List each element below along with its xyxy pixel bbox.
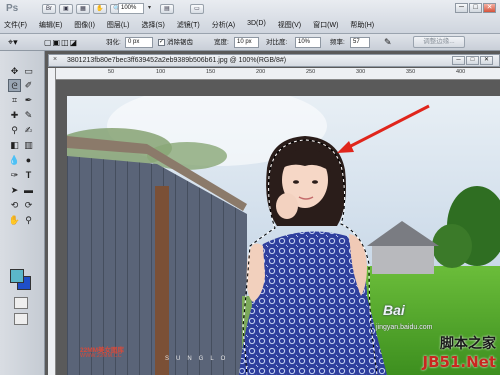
selection-mode-icons[interactable]: ▢▣◫◪: [44, 37, 78, 48]
view-extras-icon[interactable]: ▦: [76, 4, 90, 14]
application-bar: Ps Br ▣ ▦ ✋ 🔍 100% ▤ ▭ ─ □ ✕ 文件(F) 编辑(E)…: [0, 0, 500, 34]
menu-view[interactable]: 视图(V): [278, 20, 301, 30]
quick-select-icon[interactable]: ✐: [22, 79, 35, 92]
ruler-label: 150: [206, 69, 216, 75]
zoom-icon[interactable]: ⚲: [22, 214, 35, 227]
bridge-icon[interactable]: Br: [42, 4, 56, 14]
minibridge-icon[interactable]: ▣: [59, 4, 73, 14]
doc-maximize-button[interactable]: □: [466, 56, 479, 65]
brush-icon[interactable]: ✎: [22, 109, 35, 122]
antialias-checkbox[interactable]: ✓: [158, 39, 165, 46]
watermark-baidu: Bai: [383, 302, 405, 318]
tool-preset-icon[interactable]: ⌖▾: [8, 37, 18, 48]
doc-close-button[interactable]: ✕: [480, 56, 493, 65]
refine-edge-button[interactable]: 调整边缘...: [413, 36, 465, 48]
document-window-controls: ─ □ ✕: [452, 56, 493, 65]
watermark-photo-brand: SUNGLO: [165, 356, 233, 362]
move-icon[interactable]: ✥: [8, 65, 21, 78]
type-icon[interactable]: T: [22, 169, 35, 182]
marquee-icon[interactable]: ▭: [22, 65, 35, 78]
maximize-button[interactable]: □: [469, 3, 482, 13]
main-menu: 文件(F) 编辑(E) 图像(I) 图层(L) 选择(S) 滤镜(T) 分析(A…: [4, 20, 374, 30]
doc-minimize-button[interactable]: ─: [452, 56, 465, 65]
antialias-label: 消除锯齿: [167, 39, 193, 46]
watermark-jingyan-url: jingyan.baidu.com: [376, 324, 433, 331]
frequency-label: 频率:: [330, 39, 345, 46]
eraser-icon[interactable]: ◧: [8, 139, 21, 152]
ruler-label: 300: [356, 69, 366, 75]
width-input[interactable]: 10 px: [234, 37, 259, 48]
foreground-color-swatch[interactable]: [10, 269, 24, 283]
watermark-22mm-url: WWW.22MM.CC: [80, 353, 122, 359]
document-title: 3801213fb80e7bec3ff639452a2eb9389b506b61…: [67, 57, 287, 64]
gradient-icon[interactable]: ▥: [22, 139, 35, 152]
zoom-level-select[interactable]: 100%: [118, 3, 151, 14]
quick-mask-icon[interactable]: [14, 297, 28, 309]
close-button[interactable]: ✕: [483, 3, 496, 13]
application-bar-buttons: Br ▣ ▦ ✋ 🔍: [42, 4, 124, 14]
watermark-site-name: 脚本之家: [440, 336, 496, 352]
ruler-label: 400: [456, 69, 466, 75]
contrast-input[interactable]: 10%: [295, 37, 321, 48]
dodge-icon[interactable]: ●: [22, 154, 35, 167]
window-controls: ─ □ ✕: [455, 3, 496, 13]
menu-filter[interactable]: 滤镜(T): [177, 20, 200, 30]
menu-window[interactable]: 窗口(W): [313, 20, 338, 30]
hand-tool-icon[interactable]: ✋: [93, 4, 107, 14]
menu-select[interactable]: 选择(S): [141, 20, 164, 30]
screen-mode-icon[interactable]: ▭: [190, 4, 204, 14]
tablet-pressure-icon[interactable]: ✎: [384, 37, 392, 48]
contrast-label: 对比度:: [266, 39, 288, 46]
lasso-icon[interactable]: ᘓ: [8, 79, 21, 92]
minimize-button[interactable]: ─: [455, 3, 468, 13]
menu-analysis[interactable]: 分析(A): [212, 20, 235, 30]
tool-options-bar: ⌖▾ ▢▣◫◪ 羽化: 0 px ✓ 消除锯齿 宽度: 10 px 对比度: 1…: [0, 34, 500, 51]
ruler-label: 250: [306, 69, 316, 75]
menu-layer[interactable]: 图层(L): [107, 20, 130, 30]
frequency-input[interactable]: 57: [350, 37, 370, 48]
shape-icon[interactable]: ▬: [22, 184, 35, 197]
arrange-documents-icon[interactable]: ▤: [160, 4, 174, 14]
ruler-label: 50: [108, 69, 115, 75]
blur-icon[interactable]: 💧: [8, 154, 21, 167]
right-eye: [312, 180, 318, 184]
stamp-icon[interactable]: ⚲: [8, 124, 21, 137]
left-eye: [293, 180, 299, 184]
pen-icon[interactable]: ✑: [8, 169, 21, 182]
menu-file[interactable]: 文件(F): [4, 20, 27, 30]
house-wall: [372, 246, 434, 274]
watermark-site-url: JB51.Net: [422, 353, 496, 371]
close-icon[interactable]: ×: [53, 56, 57, 63]
door-post: [155, 186, 169, 375]
healing-icon[interactable]: ✚: [8, 109, 21, 122]
watermark-jb51: 脚本之家 JB51.Net: [423, 333, 496, 371]
hand-icon[interactable]: ✋: [8, 214, 21, 227]
3d-camera-icon[interactable]: ⟳: [22, 199, 35, 212]
hand: [276, 193, 298, 219]
history-brush-icon[interactable]: ✍: [22, 124, 35, 137]
crop-icon[interactable]: ⌗: [8, 94, 21, 107]
width-label: 宽度:: [214, 39, 229, 46]
menu-help[interactable]: 帮助(H): [350, 20, 374, 30]
3d-rotate-icon[interactable]: ⟲: [8, 199, 21, 212]
screen-mode-toggle-icon[interactable]: [14, 313, 28, 325]
horizontal-ruler[interactable]: 50 100 150 200 250 300 350 400: [56, 68, 500, 80]
path-select-icon[interactable]: ➤: [8, 184, 21, 197]
menu-edit[interactable]: 编辑(E): [39, 20, 62, 30]
toolbox: ✥ ▭ ᘓ ✐ ⌗ ✒ ✚ ✎ ⚲ ✍ ◧ ▥ 💧 ● ✑ T ➤ ▬ ⟲ ⟳ …: [0, 51, 45, 375]
menu-3d[interactable]: 3D(D): [247, 20, 266, 30]
ruler-label: 100: [156, 69, 166, 75]
photoshop-logo: Ps: [6, 3, 19, 14]
vertical-ruler[interactable]: [48, 68, 56, 375]
ruler-label: 200: [256, 69, 266, 75]
document-tab[interactable]: × 3801213fb80e7bec3ff639452a2eb9389b506b…: [48, 54, 500, 67]
eyedropper-icon[interactable]: ✒: [22, 94, 35, 107]
feather-input[interactable]: 0 px: [125, 37, 153, 48]
menu-image[interactable]: 图像(I): [74, 20, 95, 30]
ruler-label: 350: [406, 69, 416, 75]
feather-label: 羽化:: [106, 39, 121, 46]
